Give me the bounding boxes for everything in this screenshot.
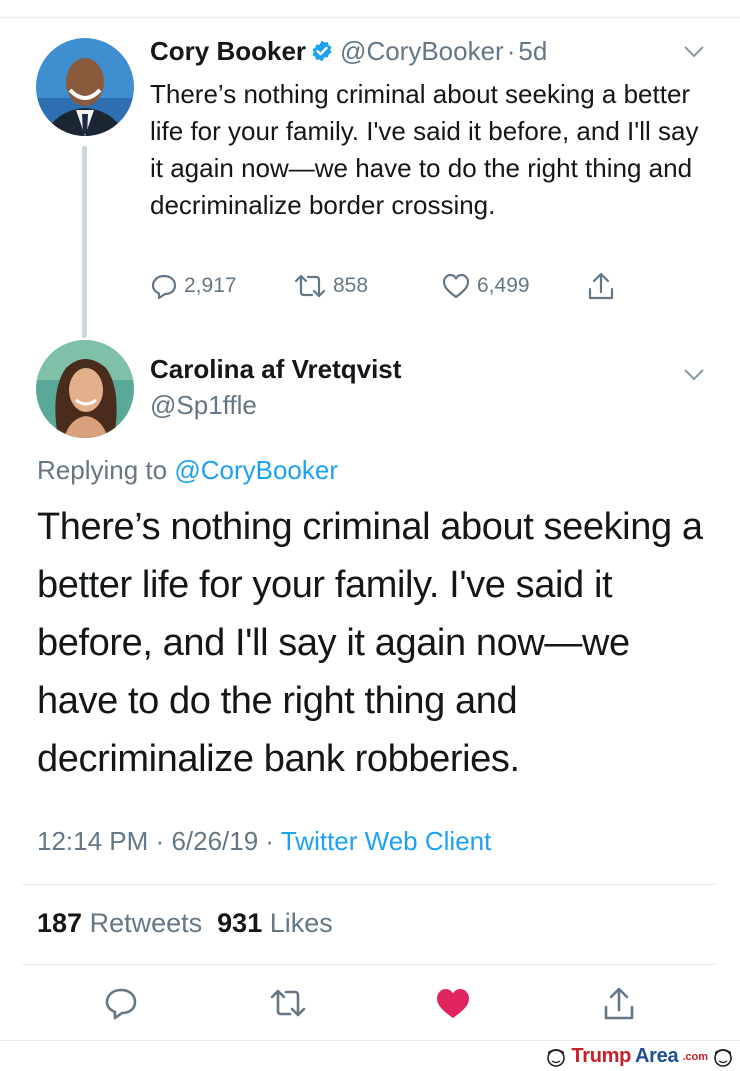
tweet1-separator: · [506,36,516,66]
tweet2-author-name[interactable]: Carolina af Vretqvist [150,354,401,385]
avatar-cory-booker[interactable] [36,38,134,136]
tweet2-client-link[interactable]: Twitter Web Client [281,826,491,856]
reply-count: 2,917 [184,274,237,297]
watermark-brand-trump: Trump [571,1045,632,1067]
replying-to-handle-link[interactable]: @CoryBooker [174,455,338,485]
trump-face-icon [547,1048,566,1067]
avatar-carolina[interactable] [36,340,134,438]
watermark-brand-com: .com [682,1050,708,1063]
tweet1-author-name[interactable]: Cory Booker [150,36,306,66]
likes-stat-label: Likes [269,908,333,938]
meta-separator: · [265,826,275,856]
like-icon [442,273,470,299]
like-icon[interactable] [434,986,472,1020]
like-action[interactable]: 6,499 [441,272,530,300]
retweet-icon[interactable] [268,985,308,1021]
reply-icon[interactable] [103,985,139,1021]
stats-divider-top [22,884,716,885]
tweet2-handle[interactable]: @Sp1ffle [150,390,257,421]
retweets-stat[interactable]: 187 Retweets [37,908,202,938]
chevron-down-icon[interactable] [683,45,705,59]
reply-action[interactable]: 2,917 [150,272,237,300]
tweet2-date: 6/26/19 [171,826,259,856]
tweet1-timestamp[interactable]: 5d [518,36,547,66]
reply-icon [151,274,177,300]
like-count: 6,499 [477,274,530,297]
trumparea-watermark: Trump Area .com [545,1045,734,1068]
replying-to: Replying to @CoryBooker [37,455,338,486]
trump-face-icon [714,1048,732,1067]
retweet-icon [294,274,326,298]
verified-icon [312,40,332,62]
tweet1-handle[interactable]: @CoryBooker [340,36,504,66]
stats-divider-bottom [22,964,716,965]
chevron-down-icon[interactable] [683,368,705,382]
tweet1-header: Cory Booker @CoryBooker · 5d [150,36,547,67]
retweet-action[interactable]: 858 [293,272,368,300]
tweet1-text: There’s nothing criminal about seeking a… [150,79,699,220]
watermark-brand-area: Area [635,1045,679,1067]
tweet2-text: There’s nothing criminal about seeking a… [37,506,703,780]
thread-connector-line [82,146,87,338]
bottom-divider [0,1040,740,1041]
retweets-stat-count: 187 [37,908,83,938]
likes-stat[interactable]: 931 Likes [217,908,333,938]
tweet2-time: 12:14 PM [37,826,149,856]
retweets-stat-label: Retweets [89,908,203,938]
share-icon[interactable] [601,984,637,1022]
meta-separator: · [155,826,165,856]
replying-to-label: Replying to [37,455,175,485]
retweet-count: 858 [333,274,369,297]
tweet2-metadata: 12:14 PM · 6/26/19 · Twitter Web Client [37,826,491,857]
likes-stat-count: 931 [217,908,263,938]
tweet2-stats: 187 Retweets 931 Likes [37,908,333,939]
share-icon[interactable] [586,270,616,302]
top-divider [0,17,740,18]
